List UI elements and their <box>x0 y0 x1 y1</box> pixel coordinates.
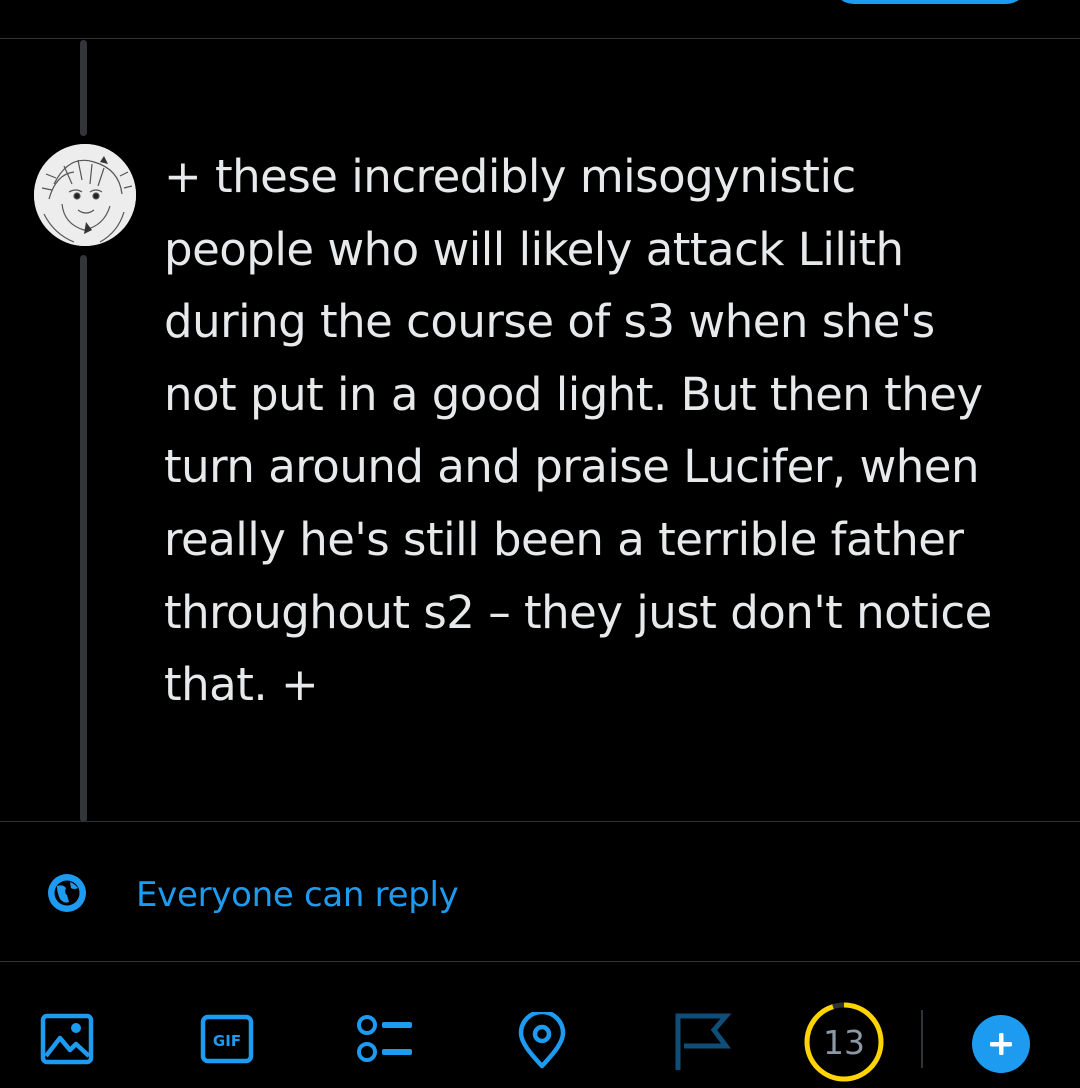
thread-line-bottom <box>80 255 87 822</box>
poll-icon[interactable] <box>355 1012 415 1066</box>
image-icon[interactable] <box>40 1012 94 1066</box>
thread-line-top <box>80 40 87 136</box>
reply-settings-label: Everyone can reply <box>136 875 459 915</box>
post-button[interactable] <box>832 0 1028 4</box>
add-thread-button[interactable] <box>972 1015 1030 1073</box>
toolbar-divider <box>0 961 1080 962</box>
top-divider <box>0 38 1080 39</box>
avatar[interactable] <box>34 144 136 246</box>
gif-icon-label: GIF <box>213 1032 241 1050</box>
add-icon <box>990 1033 1012 1055</box>
character-counter-value: 13 <box>823 1023 865 1062</box>
character-counter: 13 <box>802 1000 886 1084</box>
mid-divider <box>0 821 1080 822</box>
tweet-text[interactable]: + these incredibly misogynistic people w… <box>164 141 1054 722</box>
gif-icon[interactable]: GIF <box>200 1012 254 1066</box>
globe-icon <box>48 874 86 912</box>
toolbar-separator <box>921 1010 923 1068</box>
location-icon[interactable] <box>515 1012 569 1070</box>
avatar-sketch <box>34 144 136 246</box>
flag-icon[interactable] <box>672 1012 732 1072</box>
reply-settings-button[interactable]: Everyone can reply <box>0 850 1080 940</box>
